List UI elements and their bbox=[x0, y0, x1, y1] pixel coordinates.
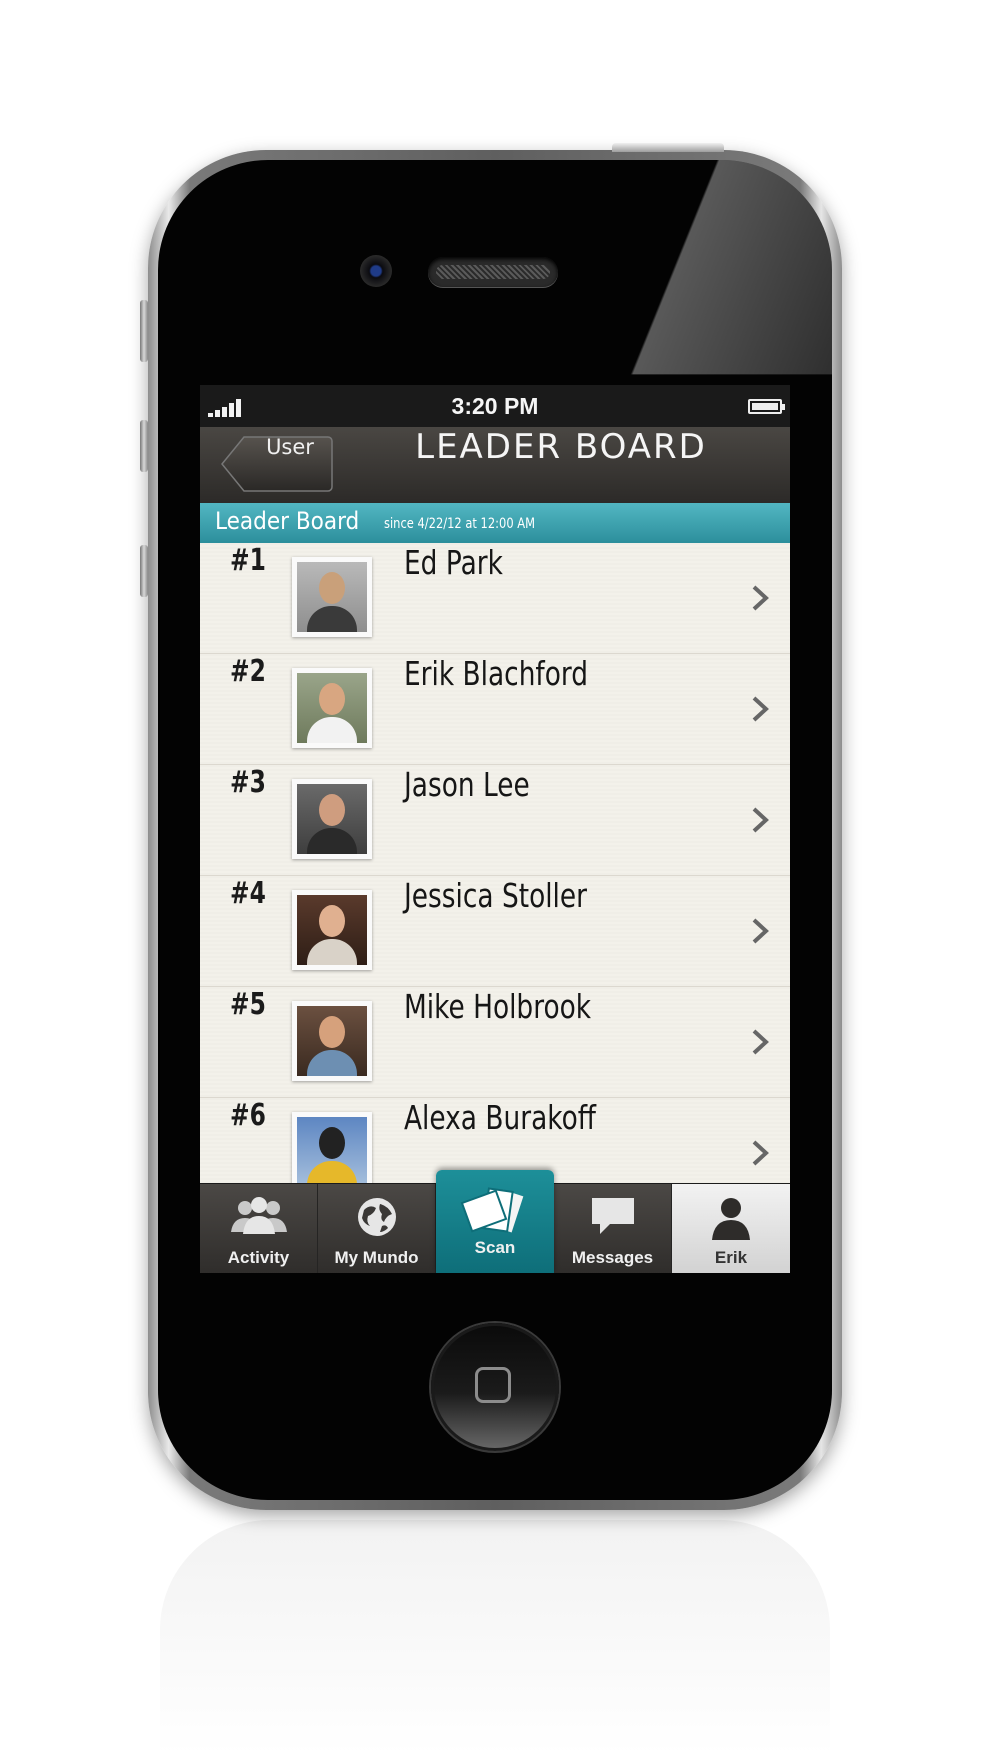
rank-label: #5 bbox=[230, 987, 266, 1022]
chevron-right-icon bbox=[752, 807, 769, 833]
section-header: Leader Board since 4/22/12 at 12:00 AM bbox=[200, 503, 790, 547]
avatar bbox=[292, 1112, 372, 1192]
player-name: Erik Blachford bbox=[404, 654, 589, 693]
chevron-right-icon bbox=[752, 1029, 769, 1055]
tab-label: Messages bbox=[571, 1248, 654, 1267]
rank-label: #2 bbox=[230, 654, 266, 689]
volume-down-button bbox=[140, 545, 148, 597]
volume-up-button bbox=[140, 420, 148, 472]
leaderboard-row[interactable]: #3 Jason Lee bbox=[200, 765, 790, 876]
avatar bbox=[292, 779, 372, 859]
tab-label: Activity bbox=[227, 1248, 290, 1267]
page-title: LEADER BOARD bbox=[415, 427, 707, 467]
leaderboard-row[interactable]: #1 Ed Park bbox=[200, 543, 790, 654]
avatar bbox=[292, 890, 372, 970]
earpiece-speaker bbox=[428, 257, 558, 287]
player-name: Mike Holbrook bbox=[404, 987, 592, 1026]
tab-messages[interactable]: Messages bbox=[554, 1184, 672, 1273]
back-button[interactable]: User bbox=[220, 435, 334, 493]
app-screen: 3:20 PM User LEADER BOARD Leader Board s… bbox=[200, 385, 790, 1273]
cards-icon bbox=[460, 1187, 524, 1233]
player-name: Ed Park bbox=[404, 543, 503, 582]
chevron-right-icon bbox=[752, 918, 769, 944]
chevron-right-icon bbox=[752, 696, 769, 722]
tab-bar: Activity My Mundo Scan Messages Erik bbox=[200, 1170, 790, 1273]
avatar bbox=[292, 1001, 372, 1081]
tab-label: Scan bbox=[474, 1238, 516, 1257]
avatar bbox=[292, 668, 372, 748]
status-time: 3:20 PM bbox=[451, 393, 539, 419]
status-bar: 3:20 PM bbox=[200, 385, 790, 427]
leaderboard-row[interactable]: #4 Jessica Stoller bbox=[200, 876, 790, 987]
front-camera bbox=[360, 255, 392, 287]
chevron-right-icon bbox=[752, 585, 769, 611]
rank-label: #4 bbox=[230, 876, 266, 911]
power-button bbox=[612, 143, 724, 152]
mute-switch bbox=[140, 300, 148, 362]
section-title: Leader Board bbox=[215, 507, 360, 535]
battery-icon bbox=[748, 399, 785, 414]
globe-icon bbox=[357, 1198, 396, 1236]
navigation-bar: User LEADER BOARD bbox=[200, 427, 790, 504]
tab-activity[interactable]: Activity bbox=[200, 1184, 318, 1273]
chevron-right-icon bbox=[752, 1140, 769, 1166]
leaderboard-list: #1 Ed Park #2 Erik Blachford #3 Jason Le… bbox=[200, 543, 790, 1209]
leaderboard-row[interactable]: #5 Mike Holbrook bbox=[200, 987, 790, 1098]
rank-label: #1 bbox=[230, 543, 266, 578]
tab-label: My Mundo bbox=[334, 1248, 419, 1267]
tab-scan[interactable]: Scan bbox=[436, 1170, 554, 1273]
tab-erik[interactable]: Erik bbox=[672, 1184, 790, 1273]
leaderboard-row[interactable]: #2 Erik Blachford bbox=[200, 654, 790, 765]
speech-bubble-icon bbox=[591, 1198, 634, 1234]
rank-label: #6 bbox=[230, 1098, 266, 1133]
people-icon bbox=[230, 1197, 287, 1234]
home-button[interactable] bbox=[431, 1323, 559, 1451]
player-name: Alexa Burakoff bbox=[404, 1098, 596, 1137]
rank-label: #3 bbox=[230, 765, 266, 800]
player-name: Jessica Stoller bbox=[404, 876, 587, 915]
person-icon bbox=[712, 1198, 750, 1240]
avatar bbox=[292, 557, 372, 637]
back-button-label: User bbox=[266, 435, 314, 459]
player-name: Jason Lee bbox=[404, 765, 530, 804]
home-square-icon bbox=[475, 1367, 511, 1403]
section-subtitle: since 4/22/12 at 12:00 AM bbox=[384, 516, 536, 532]
tab-label: Erik bbox=[714, 1248, 748, 1267]
phone-reflection bbox=[160, 1520, 830, 1755]
tab-my-mundo[interactable]: My Mundo bbox=[318, 1184, 436, 1273]
